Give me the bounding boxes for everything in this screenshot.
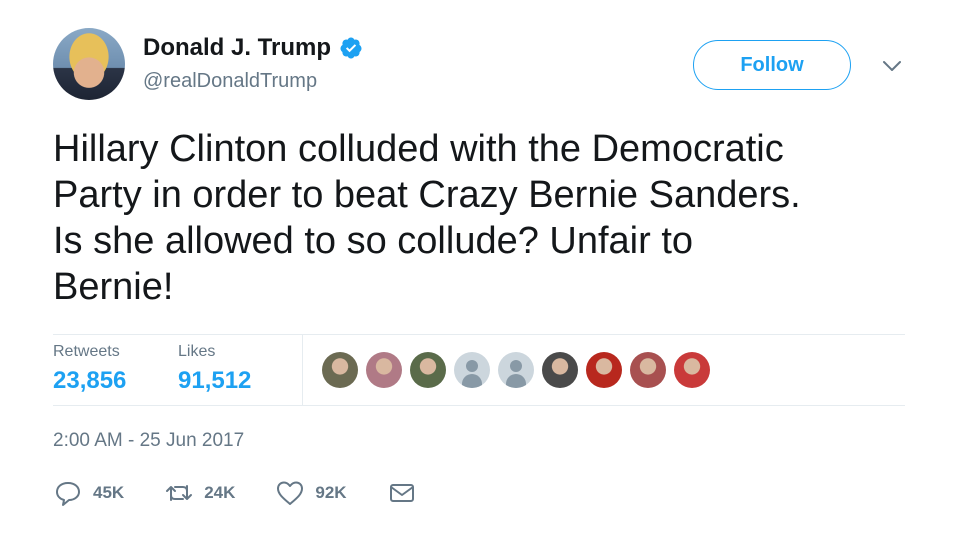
author-name[interactable]: Donald J. Trump <box>143 34 331 62</box>
tweet-actions: 45K 24K 92K <box>53 478 457 508</box>
liker-avatar[interactable] <box>454 352 490 388</box>
divider <box>53 405 905 406</box>
direct-message-button[interactable] <box>387 478 417 508</box>
likes-stat[interactable]: Likes 91,512 <box>178 343 251 395</box>
tweet-text: Hillary Clinton colluded with the Democr… <box>53 128 801 308</box>
divider <box>53 334 905 335</box>
chevron-down-icon[interactable] <box>880 56 904 76</box>
liker-avatar[interactable] <box>586 352 622 388</box>
author-handle[interactable]: @realDonaldTrump <box>143 70 317 93</box>
retweet-count: 24K <box>204 483 236 502</box>
liker-avatar[interactable] <box>410 352 446 388</box>
reply-icon <box>56 482 80 506</box>
liker-avatar[interactable] <box>498 352 534 388</box>
retweet-icon <box>166 485 193 501</box>
verified-badge-icon <box>340 37 362 59</box>
heart-icon <box>277 481 304 505</box>
retweets-count: 23,856 <box>53 367 127 394</box>
tweet-timestamp[interactable]: 2:00 AM - 25 Jun 2017 <box>53 430 244 452</box>
liker-avatar[interactable] <box>366 352 402 388</box>
likes-label: Likes <box>178 343 216 360</box>
retweets-label: Retweets <box>53 343 120 360</box>
retweet-button[interactable]: 24K <box>164 478 235 508</box>
liker-avatar[interactable] <box>674 352 710 388</box>
stats-divider <box>302 335 303 405</box>
follow-button[interactable]: Follow <box>693 40 851 90</box>
liker-avatar[interactable] <box>630 352 666 388</box>
likes-count: 91,512 <box>178 367 252 394</box>
liker-avatar[interactable] <box>542 352 578 388</box>
liker-avatar[interactable] <box>322 352 358 388</box>
envelope-icon <box>389 484 414 502</box>
author-name-row: Donald J. Trump <box>143 34 363 62</box>
avatar[interactable] <box>53 28 125 100</box>
retweets-stat[interactable]: Retweets 23,856 <box>53 343 126 395</box>
like-count: 92K <box>315 483 347 502</box>
liker-avatars <box>322 352 718 388</box>
reply-count: 45K <box>93 483 125 502</box>
reply-button[interactable]: 45K <box>53 478 124 508</box>
like-button[interactable]: 92K <box>275 478 347 508</box>
